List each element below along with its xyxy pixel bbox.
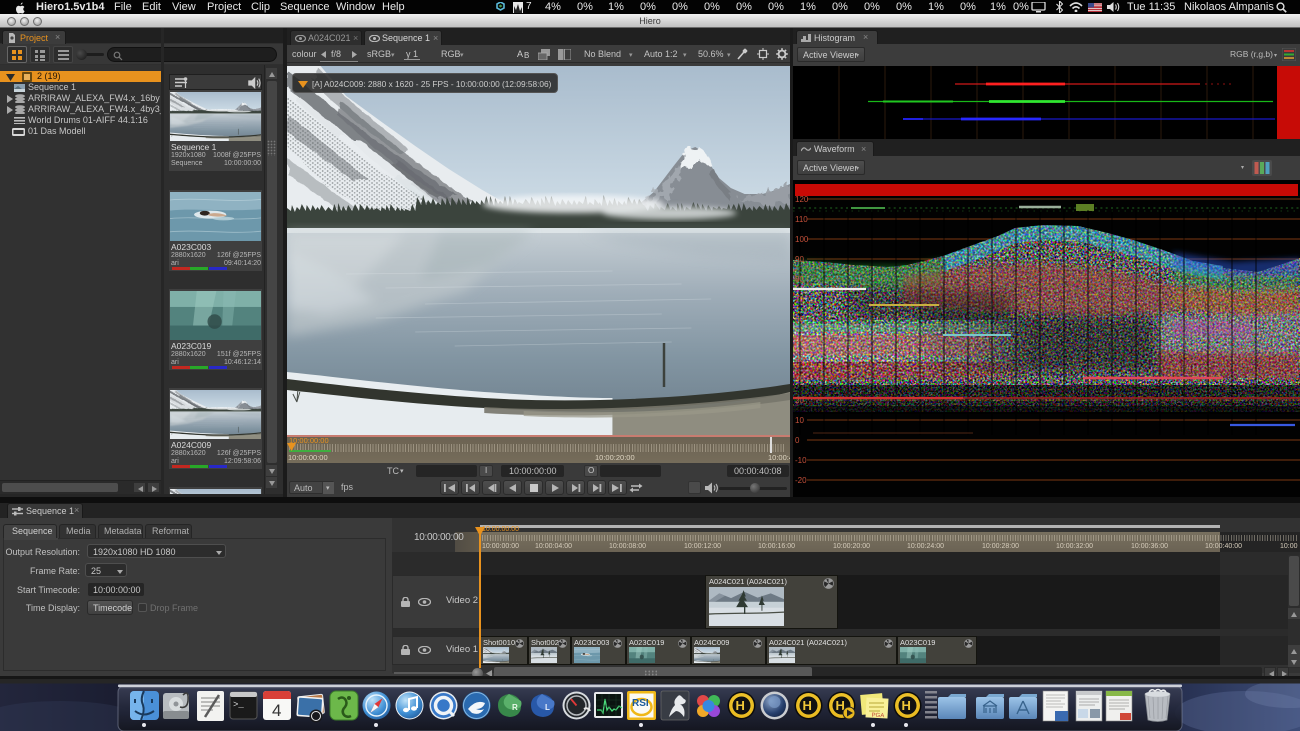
svg-text:110: 110 (795, 215, 808, 224)
svg-text:60: 60 (795, 315, 804, 324)
svg-text:-20: -20 (795, 476, 807, 485)
svg-text:-10: -10 (795, 456, 807, 465)
svg-text:90: 90 (795, 255, 804, 264)
svg-text:20: 20 (795, 396, 804, 405)
svg-text:H: H (803, 698, 812, 713)
svg-text:100: 100 (795, 235, 809, 244)
svg-text:4: 4 (272, 701, 281, 720)
svg-text:40: 40 (795, 355, 804, 364)
svg-text:PGA: PGA (871, 713, 884, 720)
svg-text:L: L (545, 703, 550, 712)
svg-text:30: 30 (795, 375, 804, 384)
svg-text:H: H (736, 698, 745, 713)
svg-text:0: 0 (795, 436, 800, 445)
svg-text:50: 50 (795, 335, 804, 344)
svg-text:70: 70 (795, 295, 804, 304)
svg-text:H: H (902, 698, 911, 713)
svg-text:80: 80 (795, 275, 804, 284)
svg-text:RSI: RSI (632, 698, 649, 709)
svg-text:>_: >_ (233, 700, 244, 710)
svg-text:10: 10 (795, 416, 804, 425)
svg-text:R: R (512, 703, 518, 712)
svg-text:120: 120 (795, 195, 809, 204)
